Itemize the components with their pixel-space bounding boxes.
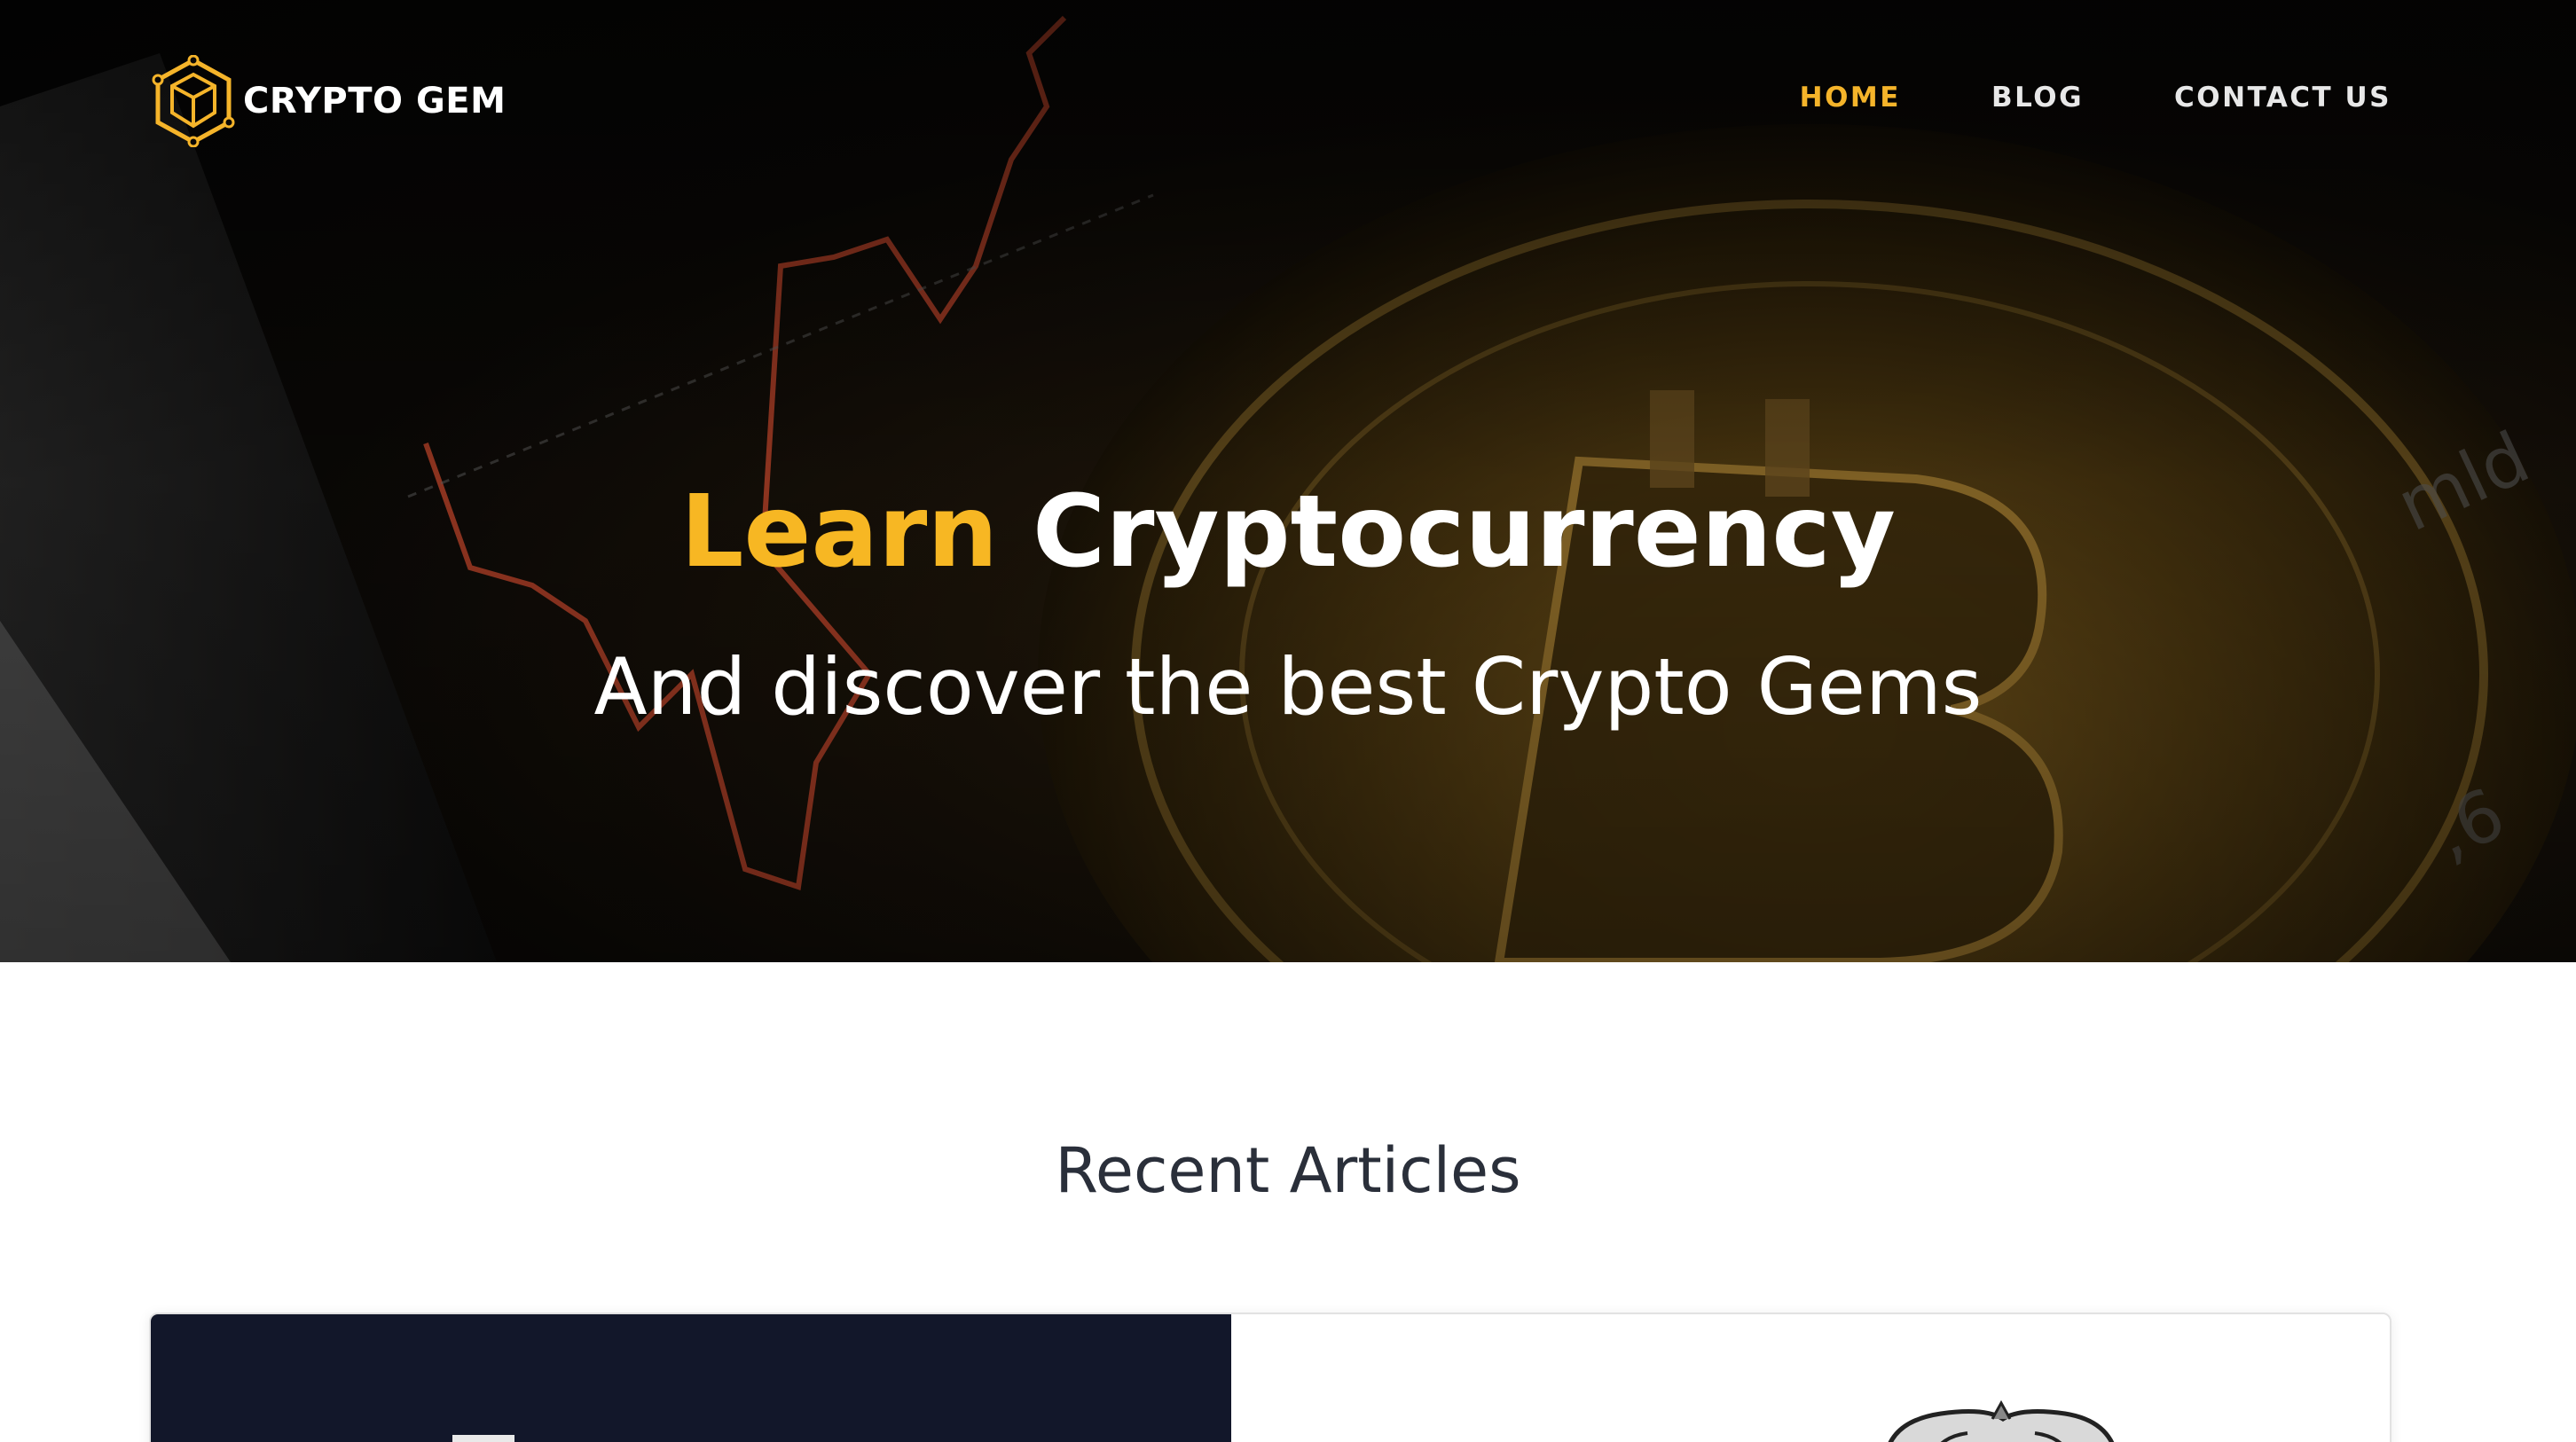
brand-name: CRYPTO GEM	[243, 81, 507, 121]
hero-subline: And discover the best Crypto Gems	[593, 641, 1983, 733]
recent-articles-heading: Recent Articles	[1055, 1134, 1521, 1207]
article-thumbnail-light[interactable]	[1231, 1314, 2390, 1442]
hexagon-cube-icon	[152, 55, 235, 147]
headline-rest: Cryptocurrency	[1033, 474, 1896, 590]
nav-home-link[interactable]: HOME	[1800, 82, 1901, 114]
hero-banner: mld ,6 CRYPTO GEM HOME BLOG CONTACT US L…	[0, 0, 2576, 962]
nav-blog-link[interactable]: BLOG	[1991, 82, 2084, 114]
nav-contact-link[interactable]: CONTACT US	[2174, 82, 2391, 114]
main-menu: HOME BLOG CONTACT US	[1800, 82, 2391, 114]
article-thumbnail-dark[interactable]	[151, 1314, 1231, 1442]
top-navigation: CRYPTO GEM HOME BLOG CONTACT US	[0, 0, 2576, 204]
headline-accent-word: Learn	[680, 474, 999, 590]
thumbnail-mark	[452, 1435, 514, 1442]
hero-headline: Learn Cryptocurrency	[0, 470, 2576, 594]
brand-logo[interactable]: CRYPTO GEM	[149, 55, 506, 147]
mascot-head-icon	[1888, 1399, 2115, 1442]
article-card[interactable]	[149, 1313, 2391, 1442]
